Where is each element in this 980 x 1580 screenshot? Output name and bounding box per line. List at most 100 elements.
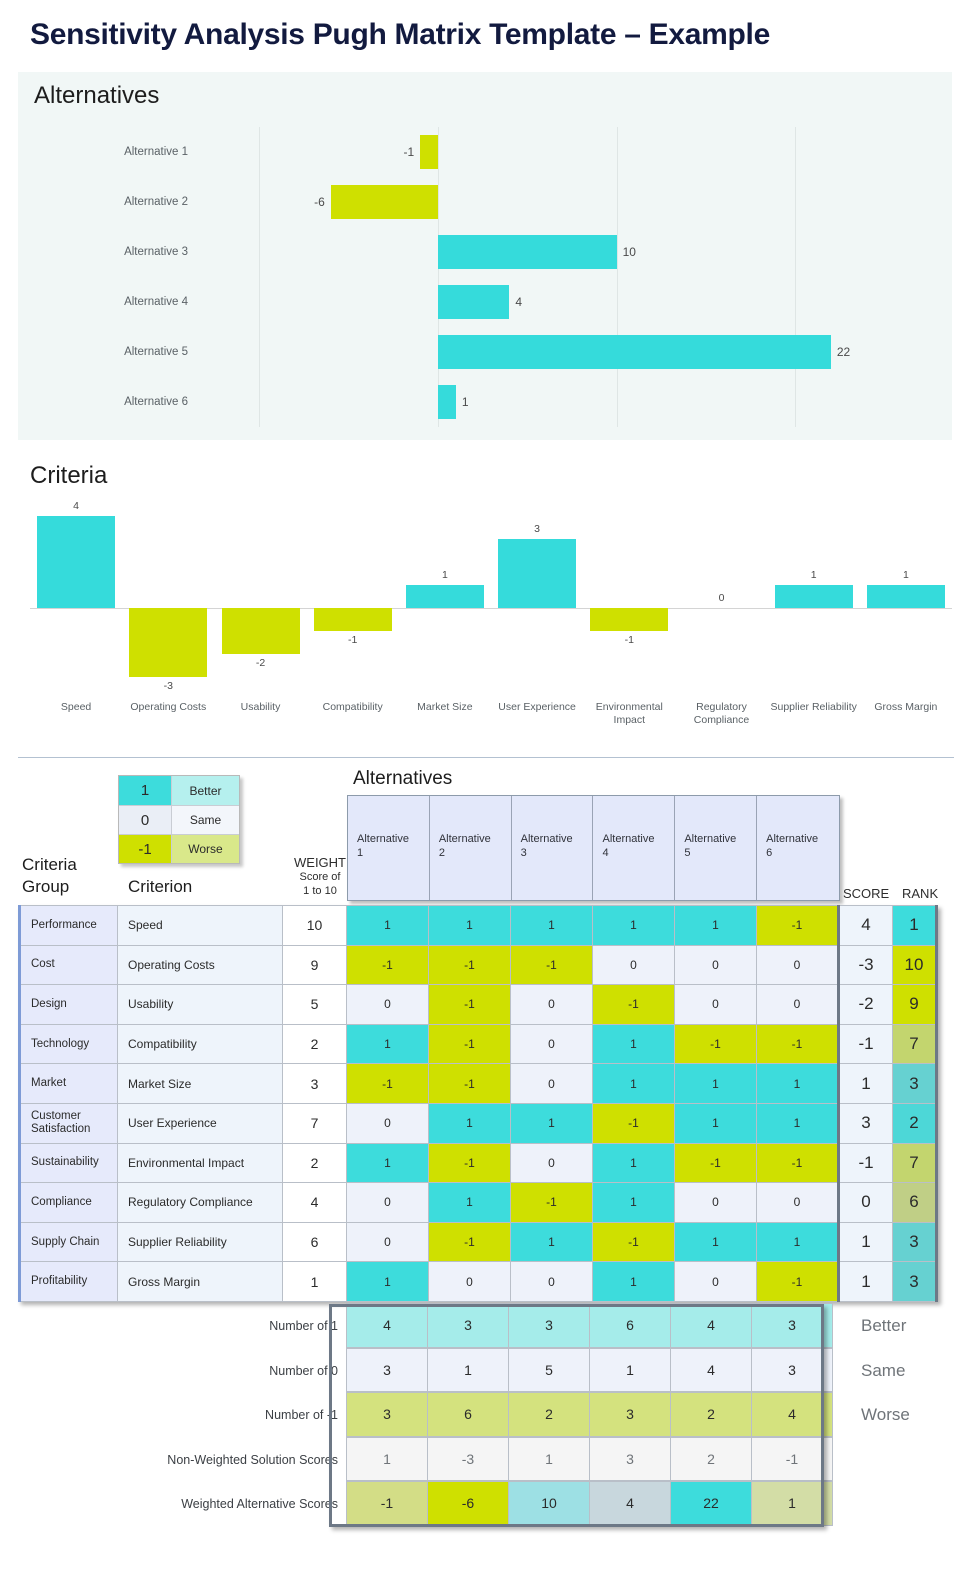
score-cell-r2-a3[interactable]: -1 — [510, 944, 593, 986]
score-cell-r6-a2[interactable]: 1 — [428, 1102, 511, 1144]
score-cell-r10-a6[interactable]: -1 — [756, 1261, 840, 1302]
criteria-chart-bar — [774, 585, 853, 608]
chart-gridline — [795, 127, 797, 427]
score-cell-r3-a3[interactable]: 0 — [510, 984, 593, 1025]
score-cell-r1-a6[interactable]: -1 — [756, 905, 840, 946]
score-cell-r8-a3[interactable]: -1 — [510, 1182, 593, 1223]
table-row: Design Usability 5 0 -1 0 -1 0 0 -2 9 — [18, 984, 938, 1025]
summary-row-label: Non-Weighted Solution Scores — [167, 1452, 338, 1467]
score-cell-r10-a1[interactable]: 1 — [346, 1261, 429, 1302]
summary-cell-r3-a5: 2 — [670, 1392, 752, 1437]
score-cell-r3-a6[interactable]: 0 — [756, 984, 840, 1025]
criteria-chart-category-label: Speed — [60, 701, 92, 713]
score-cell-r6-a6[interactable]: 1 — [756, 1102, 840, 1144]
summary-cell-r1-a2: 3 — [427, 1303, 509, 1348]
score-cell-r1-a1[interactable]: 1 — [346, 905, 429, 946]
criterion-cell: Market Size — [117, 1063, 283, 1104]
summary-row-cells: 362324 — [346, 1392, 833, 1437]
summary-cell-r2-a6: 3 — [751, 1347, 833, 1392]
score-cell-r9-a3[interactable]: 1 — [510, 1221, 593, 1263]
score-cell-r4-a1[interactable]: 1 — [346, 1023, 429, 1065]
score-cell-r9-a5[interactable]: 1 — [674, 1221, 757, 1263]
score-cell-r3-a4[interactable]: -1 — [592, 984, 675, 1025]
row-rank-cell: 10 — [892, 944, 938, 986]
score-cell-r5-a4[interactable]: 1 — [592, 1063, 675, 1104]
score-cell-r4-a5[interactable]: -1 — [674, 1023, 757, 1065]
score-cell-r10-a5[interactable]: 0 — [674, 1261, 757, 1302]
score-cell-r4-a2[interactable]: -1 — [428, 1023, 511, 1065]
score-cell-r2-a4[interactable]: 0 — [592, 944, 675, 986]
score-cell-r5-a5[interactable]: 1 — [674, 1063, 757, 1104]
score-cell-r2-a2[interactable]: -1 — [428, 944, 511, 986]
chart-gridline — [616, 127, 618, 427]
summary-row: Number of 1 4 3 3 6 4 3 Better — [18, 1303, 958, 1349]
score-cell-r4-a4[interactable]: 1 — [592, 1023, 675, 1065]
score-cell-r5-a6[interactable]: 1 — [756, 1063, 840, 1104]
summary-cell-r5-a5: 22 — [670, 1481, 752, 1526]
weight-cell[interactable]: 4 — [282, 1182, 347, 1223]
score-cell-r5-a2[interactable]: -1 — [428, 1063, 511, 1104]
score-cell-r9-a6[interactable]: 1 — [756, 1221, 840, 1263]
score-cell-r7-a3[interactable]: 0 — [510, 1142, 593, 1184]
score-cell-r8-a6[interactable]: 0 — [756, 1182, 840, 1223]
criteria-group-cell: Market — [18, 1063, 118, 1104]
score-cell-r1-a4[interactable]: 1 — [592, 905, 675, 946]
score-cell-r10-a3[interactable]: 0 — [510, 1261, 593, 1302]
weight-cell[interactable]: 1 — [282, 1261, 347, 1302]
summary-cell-r2-a5: 4 — [670, 1347, 752, 1392]
weight-cell[interactable]: 2 — [282, 1142, 347, 1184]
score-cell-r9-a2[interactable]: -1 — [428, 1221, 511, 1263]
criteria-chart-value-label: -1 — [348, 634, 358, 646]
score-cell-r8-a1[interactable]: 0 — [346, 1182, 429, 1223]
score-cell-r1-a2[interactable]: 1 — [428, 905, 511, 946]
summary-cell-r4-a5: 2 — [670, 1436, 752, 1481]
score-cell-r8-a2[interactable]: 1 — [428, 1182, 511, 1223]
alternatives-chart-category-label: Alternative 6 — [124, 396, 188, 408]
score-cell-r6-a1[interactable]: 0 — [346, 1102, 429, 1144]
score-cell-r9-a1[interactable]: 0 — [346, 1221, 429, 1263]
score-cell-r5-a3[interactable]: 0 — [510, 1063, 593, 1104]
score-cell-r7-a1[interactable]: 1 — [346, 1142, 429, 1184]
weight-cell[interactable]: 10 — [282, 905, 347, 946]
score-cell-r1-a5[interactable]: 1 — [674, 905, 757, 946]
score-cell-r6-a5[interactable]: 1 — [674, 1102, 757, 1144]
weight-cell[interactable]: 2 — [282, 1023, 347, 1065]
score-cell-r7-a5[interactable]: -1 — [674, 1142, 757, 1184]
alternatives-chart-bar — [438, 285, 510, 319]
row-score-cell: 4 — [837, 905, 893, 946]
score-cell-r9-a4[interactable]: -1 — [592, 1221, 675, 1263]
score-cell-r3-a2[interactable]: -1 — [428, 984, 511, 1025]
weight-cell[interactable]: 7 — [282, 1102, 347, 1144]
score-cell-r4-a3[interactable]: 0 — [510, 1023, 593, 1065]
score-cell-r10-a4[interactable]: 1 — [592, 1261, 675, 1302]
weight-cell[interactable]: 5 — [282, 984, 347, 1025]
score-cell-r1-a3[interactable]: 1 — [510, 905, 593, 946]
score-cell-r7-a4[interactable]: 1 — [592, 1142, 675, 1184]
score-cell-r6-a4[interactable]: -1 — [592, 1102, 675, 1144]
summary-cell-r1-a6: 3 — [751, 1303, 833, 1348]
score-cell-r6-a3[interactable]: 1 — [510, 1102, 593, 1144]
summary-row-legend: Same — [861, 1360, 906, 1380]
score-cell-r4-a6[interactable]: -1 — [756, 1023, 840, 1065]
score-cell-r2-a1[interactable]: -1 — [346, 944, 429, 986]
score-cell-r10-a2[interactable]: 0 — [428, 1261, 511, 1302]
score-cell-r5-a1[interactable]: -1 — [346, 1063, 429, 1104]
weight-cell[interactable]: 9 — [282, 944, 347, 986]
criteria-chart-category-label: Gross Margin — [874, 701, 938, 713]
weight-cell[interactable]: 6 — [282, 1221, 347, 1263]
criteria-chart-category-label: Regulatory Compliance — [693, 701, 750, 726]
score-cell-r3-a5[interactable]: 0 — [674, 984, 757, 1025]
weight-cell[interactable]: 3 — [282, 1063, 347, 1104]
score-cell-r2-a6[interactable]: 0 — [756, 944, 840, 986]
summary-table: Number of 1 4 3 3 6 4 3 Better Number of 0315143… — [18, 1303, 958, 1527]
score-cell-r8-a4[interactable]: 1 — [592, 1182, 675, 1223]
legend-value-better: 1 — [119, 776, 172, 805]
score-cell-r2-a5[interactable]: 0 — [674, 944, 757, 986]
score-cell-r7-a6[interactable]: -1 — [756, 1142, 840, 1184]
score-cell-r8-a5[interactable]: 0 — [674, 1182, 757, 1223]
weight-header: WEIGHT — [294, 855, 346, 870]
alternatives-chart-category-label: Alternative 2 — [124, 196, 188, 208]
score-cell-r3-a1[interactable]: 0 — [346, 984, 429, 1025]
score-cell-r7-a2[interactable]: -1 — [428, 1142, 511, 1184]
table-row: Market Market Size 3 -1 -1 0 1 1 1 1 3 — [18, 1063, 938, 1104]
